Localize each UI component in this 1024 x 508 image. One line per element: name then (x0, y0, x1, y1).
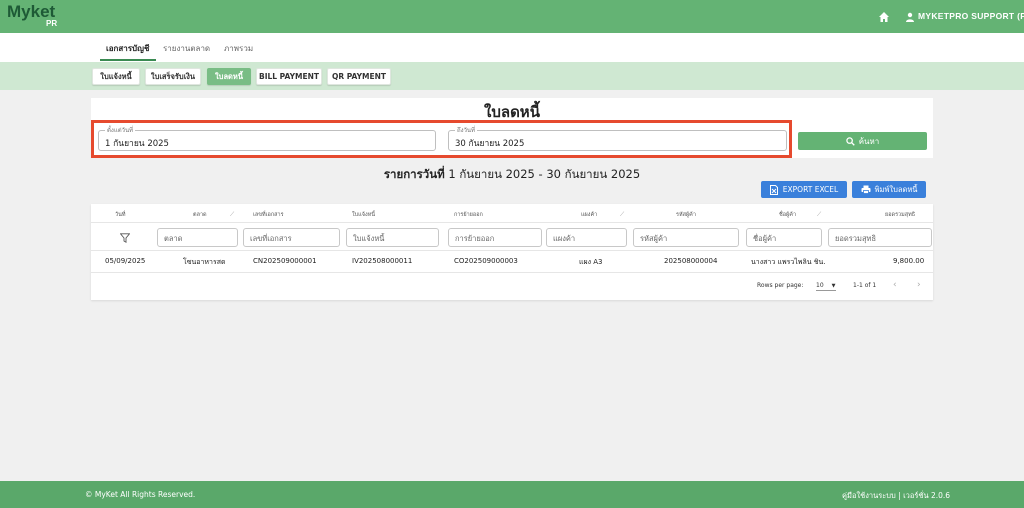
filter-invoice-input[interactable]: ใบแจ้งหนี้ (346, 228, 439, 247)
excel-file-icon (769, 184, 778, 195)
column-header-market[interactable]: ตลาด (193, 211, 207, 219)
filter-vendor-code-input[interactable]: รหัสผู้ค้า (633, 228, 739, 247)
footer: © MyKet All Rights Reserved. คู่มือใช้งา… (0, 481, 1024, 508)
main-nav-active-indicator (100, 59, 156, 61)
rows-per-page-underline (816, 290, 836, 291)
cell-net-total: 9,800.00 (893, 257, 925, 265)
sub-nav-receipt[interactable]: ใบเสร็จรับเงิน (145, 68, 201, 85)
home-icon[interactable] (878, 11, 890, 23)
header-divider (91, 222, 933, 223)
print-credit-note-button[interactable]: พิมพ์ใบลดหนี้ (852, 181, 926, 198)
filter-move-out-input[interactable]: การย้ายออก (448, 228, 542, 247)
rows-per-page-select[interactable]: 10 ▼ (816, 282, 835, 289)
filter-vendor-name-input[interactable]: ชื่อผู้ค้า (746, 228, 822, 247)
data-table (91, 204, 933, 300)
export-excel-label: EXPORT EXCEL (782, 185, 839, 194)
footer-copyright: © MyKet All Rights Reserved. (85, 490, 196, 499)
sub-nav-credit-note[interactable]: ใบลดหนี้ (207, 68, 251, 85)
column-header-vendor-name[interactable]: ชื่อผู้ค้า (779, 211, 796, 219)
export-excel-button[interactable]: EXPORT EXCEL (761, 181, 847, 198)
column-header-vendor-code[interactable]: รหัสผู้ค้า (676, 211, 696, 219)
chevron-right-icon[interactable]: › (917, 280, 921, 290)
search-button[interactable]: ค้นหา (798, 132, 927, 150)
sub-nav-qr-payment[interactable]: QR PAYMENT (327, 68, 391, 85)
column-resize-icon[interactable]: ⟋ (817, 211, 821, 219)
highlight-annotation (91, 120, 792, 158)
chevron-left-icon[interactable]: ‹ (893, 280, 897, 290)
pagination-range: 1-1 of 1 (853, 282, 877, 289)
printer-icon (861, 185, 871, 194)
cell-market: โซนอาหารสด (183, 258, 226, 266)
sub-nav-bill-payment[interactable]: BILL PAYMENT (256, 68, 322, 85)
column-resize-icon[interactable]: ⟋ (230, 211, 234, 219)
main-nav: เอกสารบัญชี รายงานตลาด ภาพรวม (0, 33, 1024, 62)
main-nav-overview[interactable]: ภาพรวม (224, 42, 253, 55)
app-logo-sub: PR (46, 19, 58, 28)
print-credit-note-label: พิมพ์ใบลดหนี้ (874, 184, 918, 194)
rows-per-page-label: Rows per page: (757, 282, 804, 289)
cell-invoice: IV202508000011 (352, 257, 413, 265)
sub-nav-invoice[interactable]: ใบแจ้งหนี้ (92, 68, 140, 85)
footer-manual-version[interactable]: คู่มือใช้งานระบบ | เวอร์ชั่น 2.0.6 (842, 490, 950, 502)
filter-icon[interactable] (120, 233, 130, 243)
search-icon (845, 136, 855, 146)
column-header-move-out[interactable]: การย้ายออก (454, 211, 483, 219)
row-divider (91, 272, 933, 273)
column-header-date[interactable]: วันที่ (115, 211, 125, 219)
column-header-net-total[interactable]: ยอดรวมสุทธิ (885, 211, 915, 219)
column-header-stall[interactable]: แผงค้า (581, 211, 597, 219)
cell-stall: แผง A3 (579, 258, 603, 266)
report-title-range: 1 กันยายน 2025 - 30 กันยายน 2025 (444, 167, 641, 181)
report-title-prefix: รายการวันที่ (383, 167, 445, 181)
rows-per-page-value: 10 (816, 282, 824, 289)
cell-move-out: CO202509000003 (454, 257, 518, 265)
cell-document-no: CN202509000001 (253, 257, 317, 265)
column-header-document-no[interactable]: เลขที่เอกสาร (253, 211, 284, 219)
filter-divider (91, 250, 933, 251)
column-header-invoice[interactable]: ใบแจ้งหนี้ (352, 211, 375, 219)
filter-document-no-input[interactable]: เลขที่เอกสาร (243, 228, 340, 247)
sub-nav: ใบแจ้งหนี้ ใบเสร็จรับเงิน ใบลดหนี้ BILL … (0, 62, 1024, 90)
top-bar: Myket PR MYKETPRO SUPPORT (P) (0, 0, 1024, 33)
caret-down-icon: ▼ (831, 283, 836, 289)
user-icon (906, 12, 914, 22)
column-resize-icon[interactable]: ⟋ (620, 211, 624, 219)
cell-date: 05/09/2025 (105, 257, 146, 265)
cell-vendor-code: 202508000004 (664, 257, 718, 265)
filter-market-input[interactable]: ตลาด (157, 228, 238, 247)
filter-net-total-input[interactable]: ยอดรวมสุทธิ (828, 228, 932, 247)
search-button-label: ค้นหา (858, 136, 880, 146)
main-nav-documents[interactable]: เอกสารบัญชี (106, 42, 149, 55)
user-menu[interactable]: MYKETPRO SUPPORT (P) (918, 11, 1024, 21)
main-nav-market-report[interactable]: รายงานตลาด (163, 42, 210, 55)
filter-stall-input[interactable]: แผงค้า (546, 228, 627, 247)
cell-vendor-name: นางสาว แพรวไพลิน ชิน... (751, 258, 825, 266)
